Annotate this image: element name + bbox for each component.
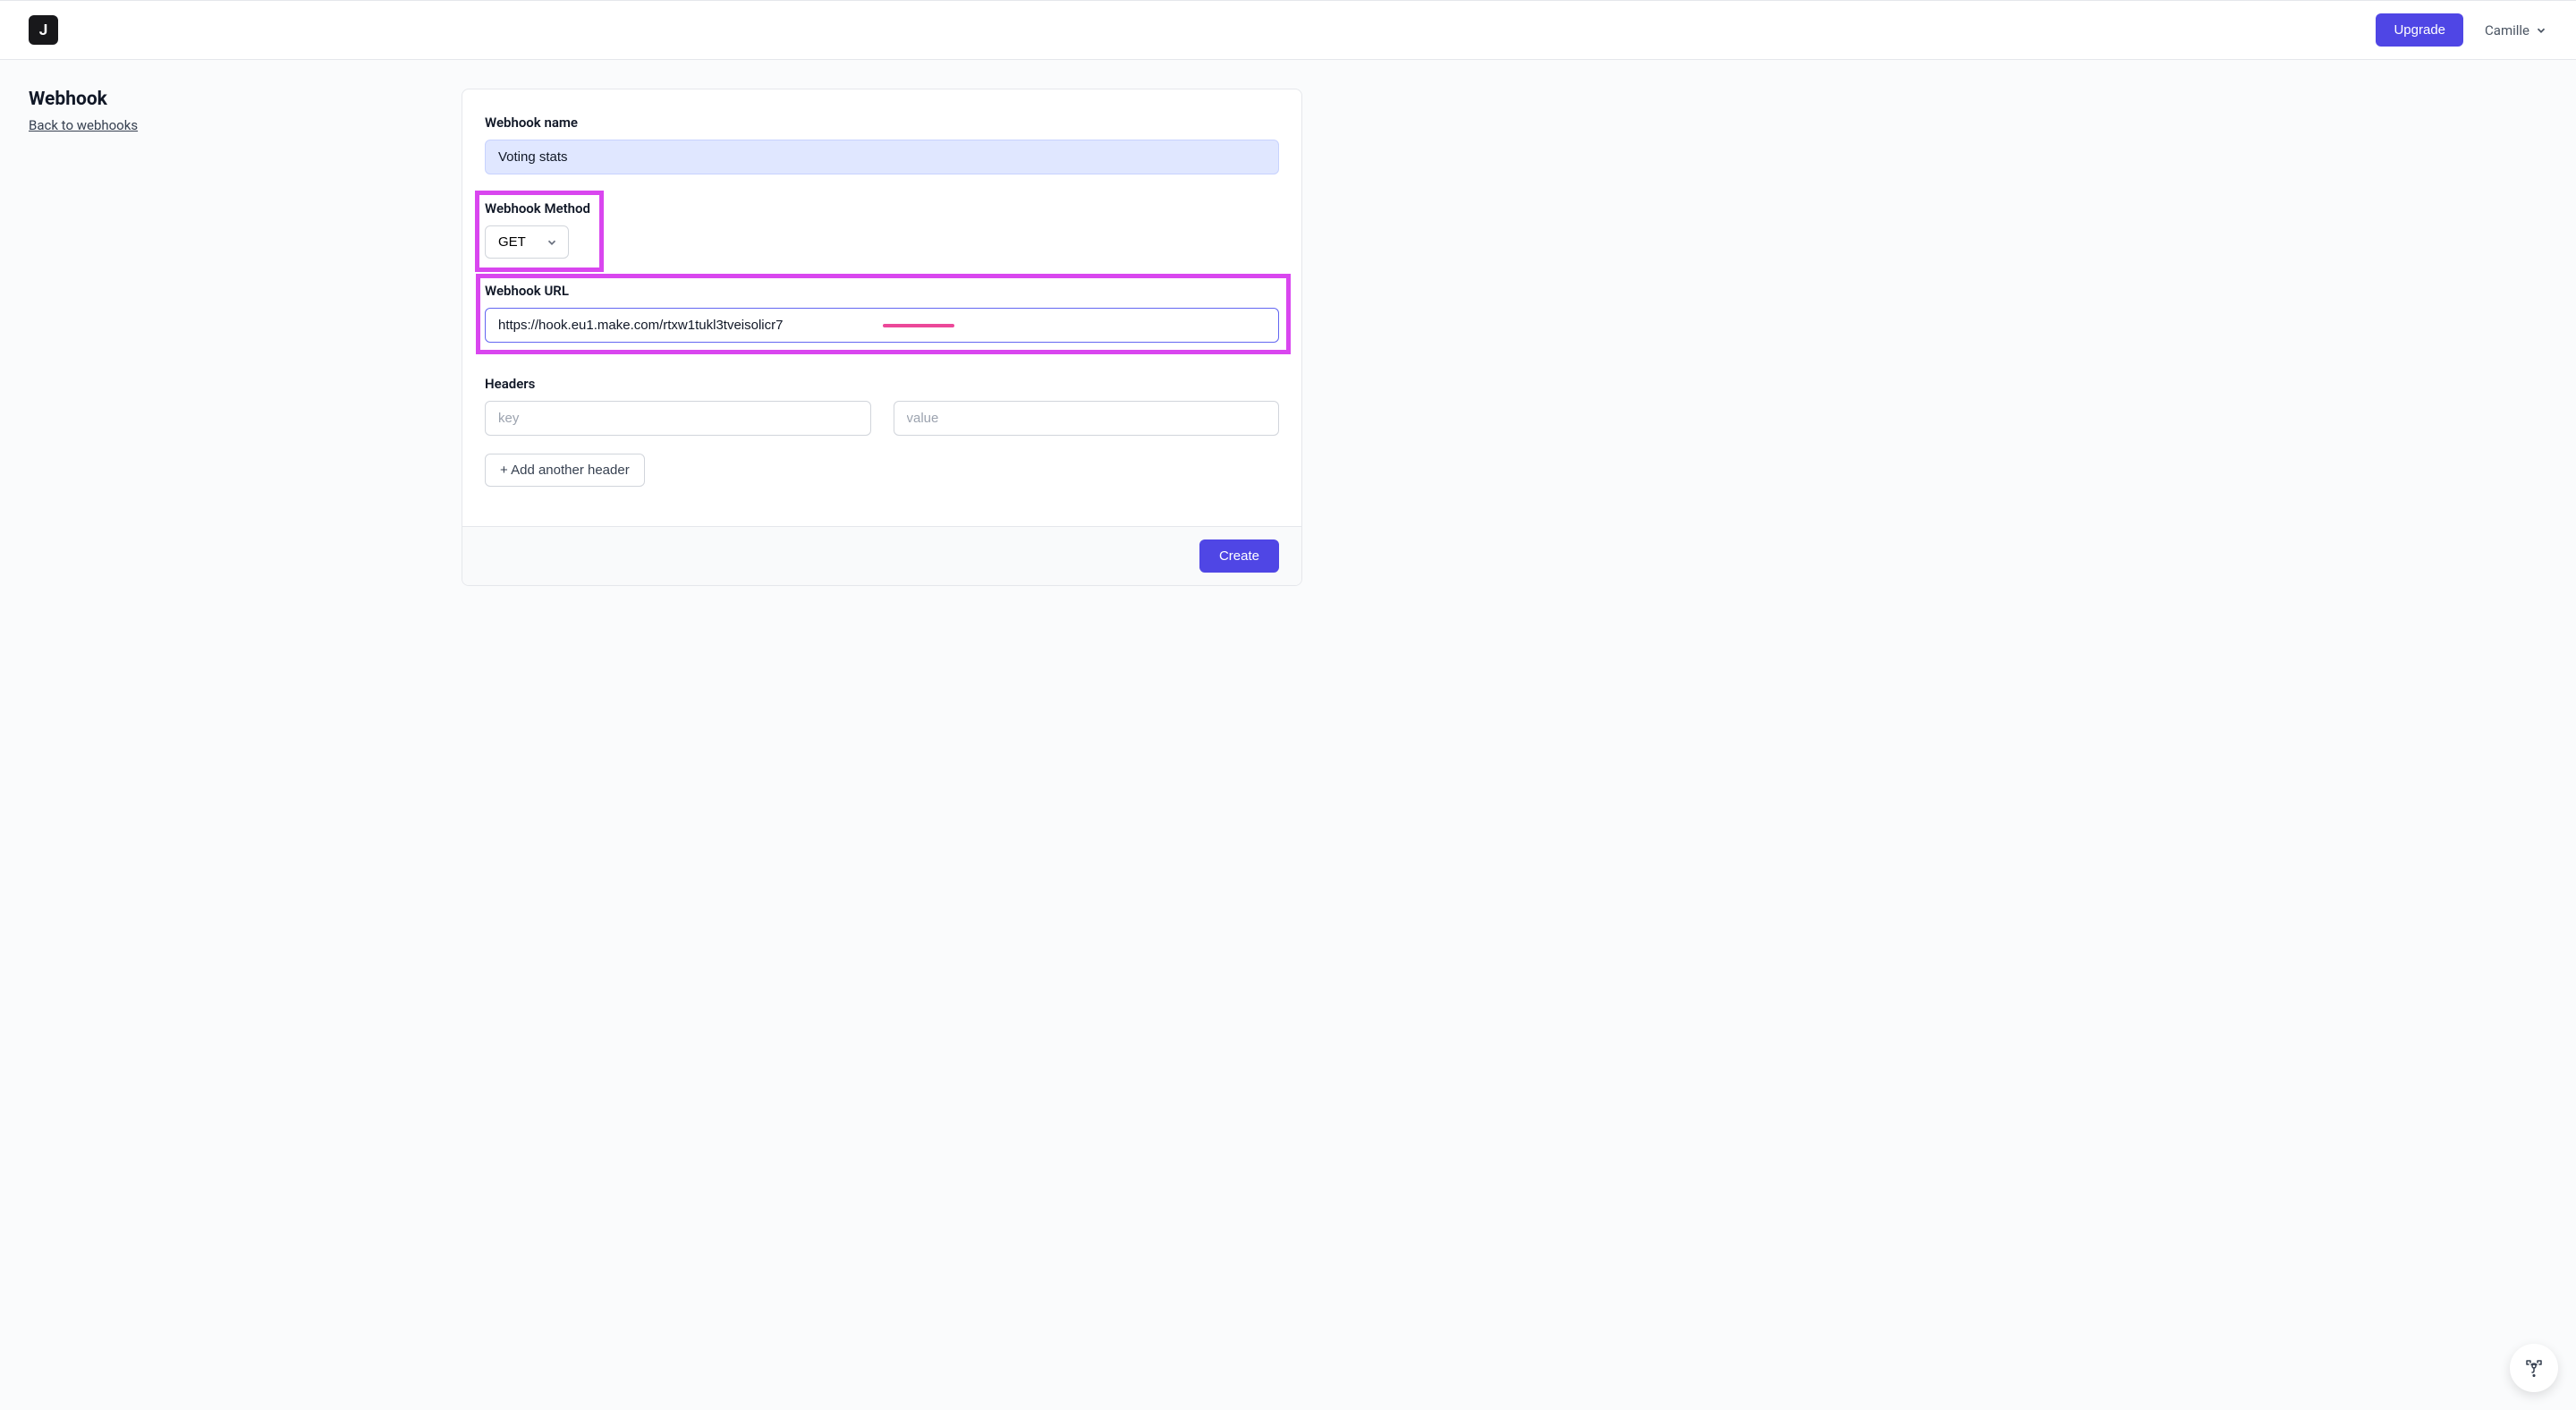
header-key-input[interactable]: [485, 401, 871, 436]
webhook-method-label: Webhook Method: [485, 200, 590, 217]
user-menu[interactable]: Camille: [2485, 22, 2547, 38]
webhook-url-label: Webhook URL: [485, 283, 1279, 299]
upgrade-button[interactable]: Upgrade: [2376, 13, 2463, 47]
url-highlight: Webhook URL: [476, 274, 1291, 354]
form-footer: Create: [462, 526, 1301, 585]
header-right: Upgrade Camille: [2376, 13, 2547, 47]
main-container: Webhook Back to webhooks Webhook name We…: [0, 60, 2576, 615]
header-value-input[interactable]: [894, 401, 1280, 436]
method-highlight: Webhook Method GET: [475, 191, 604, 272]
back-to-webhooks-link[interactable]: Back to webhooks: [29, 117, 138, 133]
method-select-wrapper: GET: [485, 225, 569, 259]
headers-row: [485, 401, 1279, 436]
url-input-wrapper: [485, 308, 1279, 343]
sidebar: Webhook Back to webhooks: [29, 89, 440, 133]
app-header: J Upgrade Camille: [0, 1, 2576, 60]
webhook-name-input[interactable]: [485, 140, 1279, 174]
headers-label: Headers: [485, 376, 1279, 392]
app-logo[interactable]: J: [29, 15, 58, 45]
webhook-url-group: Webhook URL: [485, 283, 1279, 343]
headers-group: Headers + Add another header: [485, 376, 1279, 487]
webhook-url-input[interactable]: [485, 308, 1279, 343]
help-icon: [2523, 1357, 2545, 1379]
webhook-name-group: Webhook name: [485, 115, 1279, 174]
user-name: Camille: [2485, 22, 2529, 38]
webhook-method-select[interactable]: GET: [485, 225, 569, 259]
add-header-button[interactable]: + Add another header: [485, 454, 645, 487]
page-title: Webhook: [29, 89, 440, 110]
chevron-down-icon: [2535, 24, 2547, 37]
logo-letter: J: [39, 21, 48, 39]
webhook-name-label: Webhook name: [485, 115, 1279, 131]
help-button[interactable]: [2510, 1344, 2558, 1392]
webhook-method-group: Webhook Method GET: [485, 200, 590, 259]
create-button[interactable]: Create: [1199, 539, 1279, 573]
form-body: Webhook name Webhook Method GET: [462, 89, 1301, 526]
webhook-form-card: Webhook name Webhook Method GET: [462, 89, 1302, 586]
